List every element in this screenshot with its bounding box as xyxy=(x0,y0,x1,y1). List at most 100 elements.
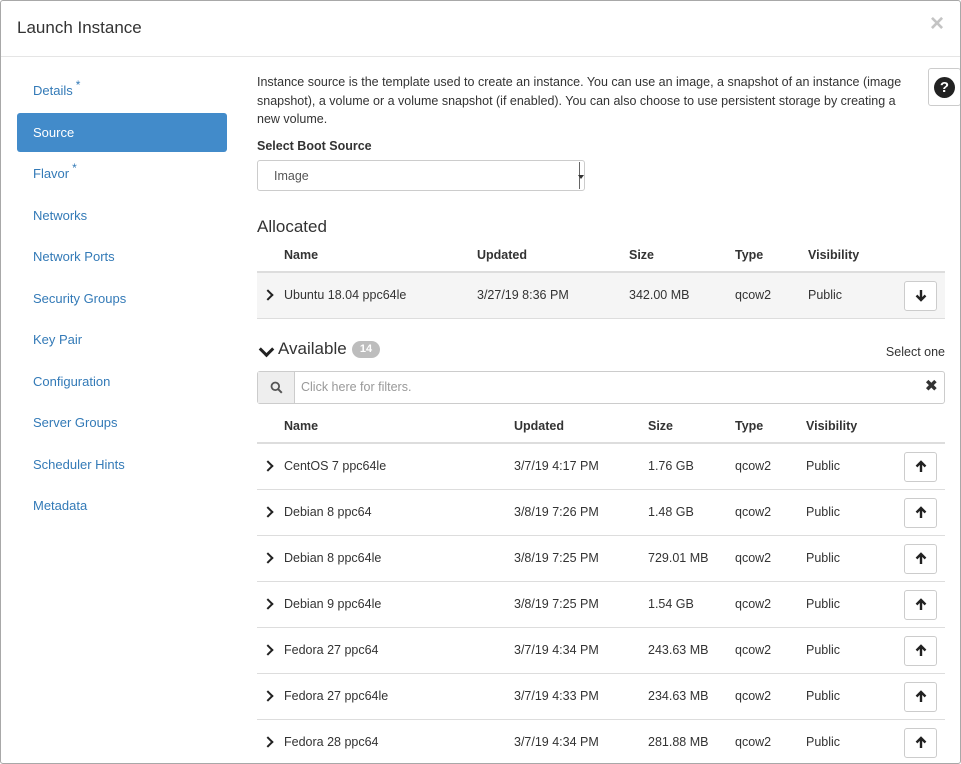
allocate-button[interactable] xyxy=(904,589,937,620)
table-row: Debian 8 ppc64le 3/8/19 7:25 PM 729.01 MB q… xyxy=(257,536,945,582)
table-row: Fedora 27 ppc64le 3/7/19 4:33 PM 234.63 MB… xyxy=(257,674,945,720)
column-header-name[interactable]: Name xyxy=(284,248,318,262)
sidebar-item-metadata[interactable]: Metadata xyxy=(17,486,227,525)
column-header-type[interactable]: Type xyxy=(735,419,763,433)
chevron-right-icon[interactable] xyxy=(264,734,274,750)
filter-bar: ✖ xyxy=(257,370,945,404)
image-type: qcow2 xyxy=(735,550,772,565)
table-row: CentOS 7 ppc64le 3/7/19 4:17 PM 1.76 GB qco… xyxy=(257,444,945,490)
image-type: qcow2 xyxy=(735,688,772,703)
image-size: 1.48 GB xyxy=(648,504,694,519)
column-header-updated[interactable]: Updated xyxy=(514,419,564,433)
chevron-right-icon[interactable] xyxy=(264,550,274,566)
sidebar-item-label: Network Ports xyxy=(33,249,115,264)
image-visibility: Public xyxy=(806,688,841,703)
image-type: qcow2 xyxy=(735,287,772,302)
image-name: Fedora 28 ppc64 xyxy=(284,734,379,749)
column-header-type[interactable]: Type xyxy=(735,248,763,262)
sidebar-item-label: Scheduler Hints xyxy=(33,456,125,472)
image-visibility: Public xyxy=(806,458,841,473)
source-step-content: Instance source is the template used to … xyxy=(257,67,945,764)
arrow-up-icon xyxy=(915,552,926,564)
chevron-right-icon[interactable] xyxy=(264,688,274,704)
allocate-button[interactable] xyxy=(904,543,937,574)
image-name: Debian 8 ppc64 xyxy=(284,504,372,519)
arrow-up-icon xyxy=(915,598,926,610)
boot-source-label: Select Boot Source xyxy=(257,138,372,153)
image-size: 234.63 MB xyxy=(648,688,709,703)
sidebar-item-network-ports[interactable]: Network Ports xyxy=(17,237,227,276)
image-type: qcow2 xyxy=(735,504,772,519)
chevron-right-icon[interactable] xyxy=(264,458,274,474)
image-type: qcow2 xyxy=(735,642,772,657)
sidebar-item-server-groups[interactable]: Server Groups xyxy=(17,403,227,442)
chevron-down-icon[interactable] xyxy=(260,345,272,357)
image-name: Debian 9 ppc64le xyxy=(284,596,382,611)
sidebar-item-flavor[interactable]: Flavor * xyxy=(17,154,227,193)
chevron-right-icon[interactable] xyxy=(264,504,274,520)
image-name: Fedora 27 ppc64 xyxy=(284,642,379,657)
column-header-visibility[interactable]: Visibility xyxy=(808,248,859,262)
image-updated: 3/27/19 8:36 PM xyxy=(477,287,569,302)
search-icon[interactable] xyxy=(258,371,295,403)
column-header-visibility[interactable]: Visibility xyxy=(806,419,857,433)
image-size: 243.63 MB xyxy=(648,642,709,657)
image-updated: 3/7/19 4:34 PM xyxy=(514,642,599,657)
boot-source-select[interactable]: Image xyxy=(257,159,585,191)
allocated-title: Allocated xyxy=(257,216,327,236)
clear-filter-icon[interactable]: ✖ xyxy=(925,378,938,395)
arrow-up-icon xyxy=(915,460,926,472)
required-marker: * xyxy=(75,78,81,92)
sidebar-item-source[interactable]: Source xyxy=(17,112,227,152)
image-visibility: Public xyxy=(806,596,841,611)
chevron-right-icon[interactable] xyxy=(264,642,274,658)
image-updated: 3/7/19 4:34 PM xyxy=(514,734,599,749)
image-visibility: Public xyxy=(806,734,841,749)
modal-title: Launch Instance xyxy=(17,18,142,37)
chevron-right-icon[interactable] xyxy=(264,596,274,612)
sidebar-item-details[interactable]: Details * xyxy=(17,71,227,110)
column-header-size[interactable]: Size xyxy=(629,248,654,262)
deallocate-button[interactable] xyxy=(904,280,937,311)
image-name: Ubuntu 18.04 ppc64le xyxy=(284,287,407,302)
close-icon[interactable]: × xyxy=(930,12,944,36)
sidebar-item-configuration[interactable]: Configuration xyxy=(17,362,227,401)
table-row: Debian 8 ppc64 3/8/19 7:26 PM 1.48 GB qcow2… xyxy=(257,490,945,536)
sidebar-item-networks[interactable]: Networks xyxy=(17,196,227,235)
arrow-up-icon xyxy=(915,690,926,702)
image-name: Debian 8 ppc64le xyxy=(284,550,382,565)
column-header-size[interactable]: Size xyxy=(648,419,673,433)
column-header-updated[interactable]: Updated xyxy=(477,248,527,262)
allocate-button[interactable] xyxy=(904,727,937,758)
table-row: Debian 9 ppc64le 3/8/19 7:25 PM 1.54 GB qco… xyxy=(257,582,945,628)
table-row: Ubuntu 18.04 ppc64le 3/27/19 8:36 PM 342… xyxy=(257,272,945,319)
available-title: Available xyxy=(278,338,347,358)
filter-input[interactable] xyxy=(296,371,896,403)
arrow-up-icon xyxy=(915,506,926,518)
image-visibility: Public xyxy=(806,642,841,657)
sidebar-item-scheduler-hints[interactable]: Scheduler Hints xyxy=(17,445,227,484)
image-visibility: Public xyxy=(806,550,841,565)
allocate-button[interactable] xyxy=(904,681,937,712)
table-row: Fedora 28 ppc64 3/7/19 4:34 PM 281.88 MB qc… xyxy=(257,720,945,764)
sidebar-item-key-pair[interactable]: Key Pair xyxy=(17,320,227,359)
chevron-right-icon[interactable] xyxy=(264,287,274,303)
wizard-sidebar: Details * Source Flavor * Networks Network… xyxy=(17,71,227,528)
image-updated: 3/7/19 4:17 PM xyxy=(514,458,599,473)
available-header: Available 14 Select one xyxy=(257,339,945,371)
launch-instance-modal: Launch Instance × Details * Source Flavor… xyxy=(0,0,961,764)
column-header-name[interactable]: Name xyxy=(284,419,318,433)
allocate-button[interactable] xyxy=(904,497,937,528)
arrow-down-icon xyxy=(915,290,926,302)
image-updated: 3/8/19 7:26 PM xyxy=(514,504,599,519)
sidebar-item-security-groups[interactable]: Security Groups xyxy=(17,279,227,318)
allocate-button[interactable] xyxy=(904,635,937,666)
image-size: 281.88 MB xyxy=(648,734,709,749)
image-updated: 3/8/19 7:25 PM xyxy=(514,550,599,565)
allocate-button[interactable] xyxy=(904,451,937,482)
sidebar-item-label: Flavor xyxy=(33,166,70,181)
modal-header: Launch Instance × xyxy=(1,1,960,57)
available-table-header: Name Updated Size Type Visibility xyxy=(257,408,945,444)
image-type: qcow2 xyxy=(735,458,772,473)
sidebar-item-label: Networks xyxy=(33,207,88,223)
